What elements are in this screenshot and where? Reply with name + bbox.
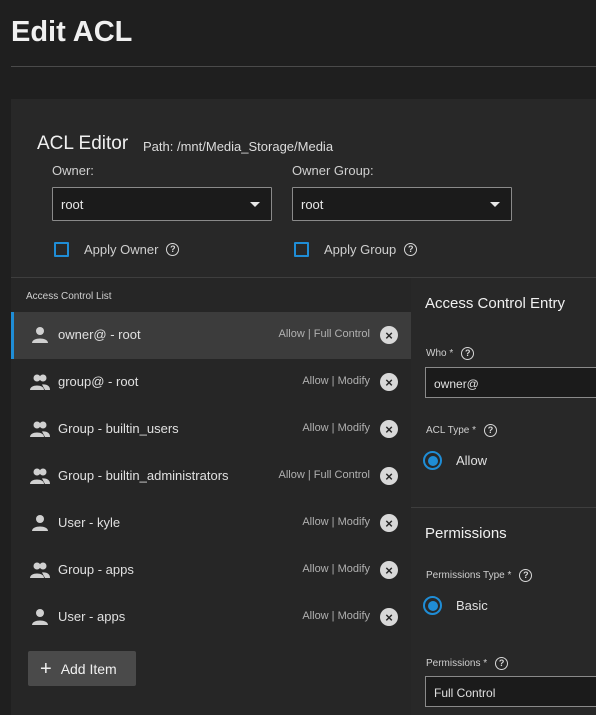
- permissions-type-label-row: Permissions Type * ?: [426, 569, 533, 582]
- apply-group-checkbox[interactable]: [294, 241, 309, 257]
- acl-item-name: Group - builtin_administrators: [58, 468, 229, 483]
- apply-owner-checkbox[interactable]: [54, 241, 69, 257]
- acl-item-perm: Allow | Full Control: [278, 469, 371, 481]
- acl-item-name: User - kyle: [58, 515, 121, 530]
- who-label: Who *: [426, 348, 454, 359]
- radio-selected[interactable]: [423, 596, 442, 615]
- delete-icon[interactable]: ×: [380, 608, 398, 626]
- help-icon[interactable]: ?: [166, 242, 180, 256]
- acl-item-name: group@ - root: [58, 374, 139, 389]
- help-icon[interactable]: ?: [495, 657, 509, 670]
- access-control-entry-panel: Access Control Entry Who * ? owner@ ACL …: [411, 278, 596, 715]
- owner-group-label: Owner Group:: [292, 163, 374, 178]
- user-icon: [32, 327, 48, 343]
- acl-list: Access Control List owner@ - root Allow …: [11, 278, 411, 715]
- apply-group-label[interactable]: Apply Group: [324, 242, 396, 257]
- radio-selected[interactable]: [423, 451, 442, 470]
- help-icon[interactable]: ?: [461, 347, 475, 360]
- group-icon: [30, 374, 50, 390]
- acl-item-perm: Allow | Modify: [302, 610, 370, 622]
- group-icon: [30, 562, 50, 578]
- delete-icon[interactable]: ×: [380, 467, 398, 485]
- acl-item-row[interactable]: Group - builtin_administrators Allow | F…: [11, 453, 411, 500]
- permissions-title: Permissions: [425, 525, 507, 542]
- add-item-label: Add Item: [60, 660, 117, 677]
- acl-item-row[interactable]: Group - apps Allow | Modify ×: [11, 547, 411, 594]
- acl-item-row[interactable]: User - apps Allow | Modify ×: [11, 594, 411, 641]
- apply-owner-label[interactable]: Apply Owner: [84, 242, 158, 257]
- acl-type-label: ACL Type *: [426, 425, 477, 436]
- help-icon[interactable]: ?: [519, 569, 533, 582]
- allow-label: Allow: [456, 453, 488, 468]
- add-item-button[interactable]: + Add Item: [28, 651, 136, 686]
- caret-down-icon: [250, 202, 260, 207]
- acl-item-row[interactable]: owner@ - root Allow | Full Control ×: [11, 312, 411, 359]
- owner-label: Owner:: [52, 163, 94, 178]
- delete-icon[interactable]: ×: [380, 326, 398, 344]
- permissions-type-basic-option[interactable]: Basic: [423, 596, 488, 615]
- delete-icon[interactable]: ×: [380, 514, 398, 532]
- owner-select[interactable]: root: [52, 187, 272, 221]
- permissions-type-label: Permissions Type *: [426, 570, 512, 581]
- editor-title: ACL Editor: [37, 133, 129, 154]
- acl-type-label-row: ACL Type * ?: [426, 424, 498, 437]
- acl-item-name: owner@ - root: [58, 327, 141, 342]
- apply-group-row: Apply Group ?: [294, 240, 418, 258]
- who-value: owner@: [434, 377, 479, 391]
- title-divider: [11, 66, 596, 67]
- acl-type-allow-option[interactable]: Allow: [423, 451, 487, 470]
- permissions-label-row: Permissions * ?: [426, 657, 509, 670]
- acl-item-row[interactable]: User - kyle Allow | Modify ×: [11, 500, 411, 547]
- acl-item-perm: Allow | Modify: [302, 375, 370, 387]
- delete-icon[interactable]: ×: [380, 561, 398, 579]
- acl-item-perm: Allow | Modify: [302, 422, 370, 434]
- entry-title: Access Control Entry: [425, 295, 566, 312]
- permissions-label: Permissions *: [426, 658, 488, 669]
- acl-item-name: Group - apps: [58, 562, 134, 577]
- basic-label: Basic: [456, 598, 488, 613]
- user-icon: [32, 609, 48, 625]
- acl-item-name: Group - builtin_users: [58, 421, 179, 436]
- acl-item-perm: Allow | Full Control: [278, 328, 371, 340]
- acl-item-row[interactable]: Group - builtin_users Allow | Modify ×: [11, 406, 411, 453]
- acl-item-perm: Allow | Modify: [302, 516, 370, 528]
- permissions-value: Full Control: [434, 686, 496, 700]
- acl-editor-card: ACL Editor Path: /mnt/Media_Storage/Medi…: [11, 99, 596, 715]
- user-icon: [32, 515, 48, 531]
- delete-icon[interactable]: ×: [380, 373, 398, 391]
- selected-indicator: [11, 312, 14, 359]
- owner-group-select[interactable]: root: [292, 187, 512, 221]
- page-title: Edit ACL: [11, 16, 133, 48]
- group-icon: [30, 468, 50, 484]
- apply-owner-row: Apply Owner ?: [54, 240, 180, 258]
- acl-item-name: User - apps: [58, 609, 126, 624]
- group-icon: [30, 421, 50, 437]
- who-label-row: Who * ?: [426, 347, 475, 360]
- plus-icon: +: [40, 657, 52, 680]
- radio-dot: [427, 600, 438, 611]
- acl-item-row[interactable]: group@ - root Allow | Modify ×: [11, 359, 411, 406]
- owner-group-value: root: [301, 197, 324, 212]
- acl-item-perm: Allow | Modify: [302, 563, 370, 575]
- help-icon[interactable]: ?: [404, 242, 418, 256]
- caret-down-icon: [490, 202, 500, 207]
- panel-divider: [411, 507, 596, 508]
- acl-list-title: Access Control List: [26, 291, 112, 302]
- help-icon[interactable]: ?: [484, 424, 498, 437]
- permissions-select[interactable]: Full Control: [425, 676, 596, 707]
- radio-dot: [427, 455, 438, 466]
- owner-value: root: [61, 197, 84, 212]
- path-label: Path: /mnt/Media_Storage/Media: [143, 139, 334, 154]
- who-input[interactable]: owner@: [425, 367, 596, 398]
- delete-icon[interactable]: ×: [380, 420, 398, 438]
